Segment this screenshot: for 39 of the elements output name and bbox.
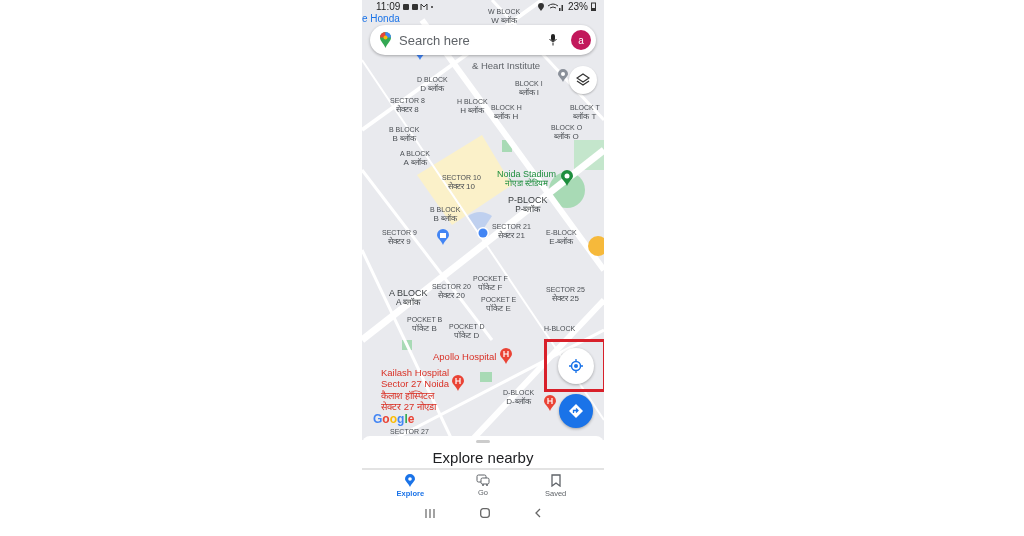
account-avatar[interactable]: a xyxy=(571,30,591,50)
search-bar[interactable]: Search here a xyxy=(370,25,596,55)
directions-icon xyxy=(569,404,583,418)
bookmark-icon xyxy=(550,474,561,487)
map-pin-icon xyxy=(558,69,568,82)
vehicles-icon xyxy=(476,474,490,486)
microphone-icon[interactable] xyxy=(549,34,557,46)
map-pin-icon xyxy=(405,474,416,487)
battery-percent: 23% xyxy=(568,1,588,12)
recent-apps-icon[interactable] xyxy=(424,508,435,518)
map-label: Apollo Hospital xyxy=(433,351,497,363)
shopping-pin-icon xyxy=(437,229,449,245)
hospital-pin-icon xyxy=(452,375,464,391)
map-label: & Heart Institute xyxy=(472,61,541,72)
park-area xyxy=(502,140,512,152)
maps-pin-logo-icon xyxy=(380,32,391,48)
layers-icon xyxy=(576,73,590,87)
hospital-pin-icon xyxy=(544,395,556,411)
map-label: A BLOCK A ब्लॉक xyxy=(389,288,428,308)
battery-icon xyxy=(591,2,596,11)
park-area xyxy=(402,340,412,350)
park-area xyxy=(480,372,492,382)
status-time: 11:09 xyxy=(376,1,401,12)
map-label: Kailash Hospital Sector 27 Noida कैलाश हॉस्पिटल सेक्टर 27 नोएडा xyxy=(381,367,450,413)
home-icon[interactable] xyxy=(480,508,490,518)
map-label: e Honda xyxy=(362,14,400,24)
back-icon[interactable] xyxy=(535,508,542,518)
place-marker-icon xyxy=(588,236,604,256)
map-label: Noida Stadium नोएडा स्टेडियम xyxy=(497,169,557,189)
hospital-pin-icon xyxy=(500,348,512,364)
my-location-icon xyxy=(569,359,583,373)
google-logo: Google xyxy=(373,413,415,425)
location-status-icon xyxy=(538,2,544,11)
map-label: P-BLOCK P-ब्लॉक xyxy=(508,195,548,215)
notification-icons xyxy=(403,2,434,11)
location-dot-icon xyxy=(468,210,492,240)
wifi-signal-icon xyxy=(547,2,565,11)
sheet-title: Explore nearby xyxy=(432,449,534,466)
stadium-pin-icon xyxy=(561,170,573,186)
